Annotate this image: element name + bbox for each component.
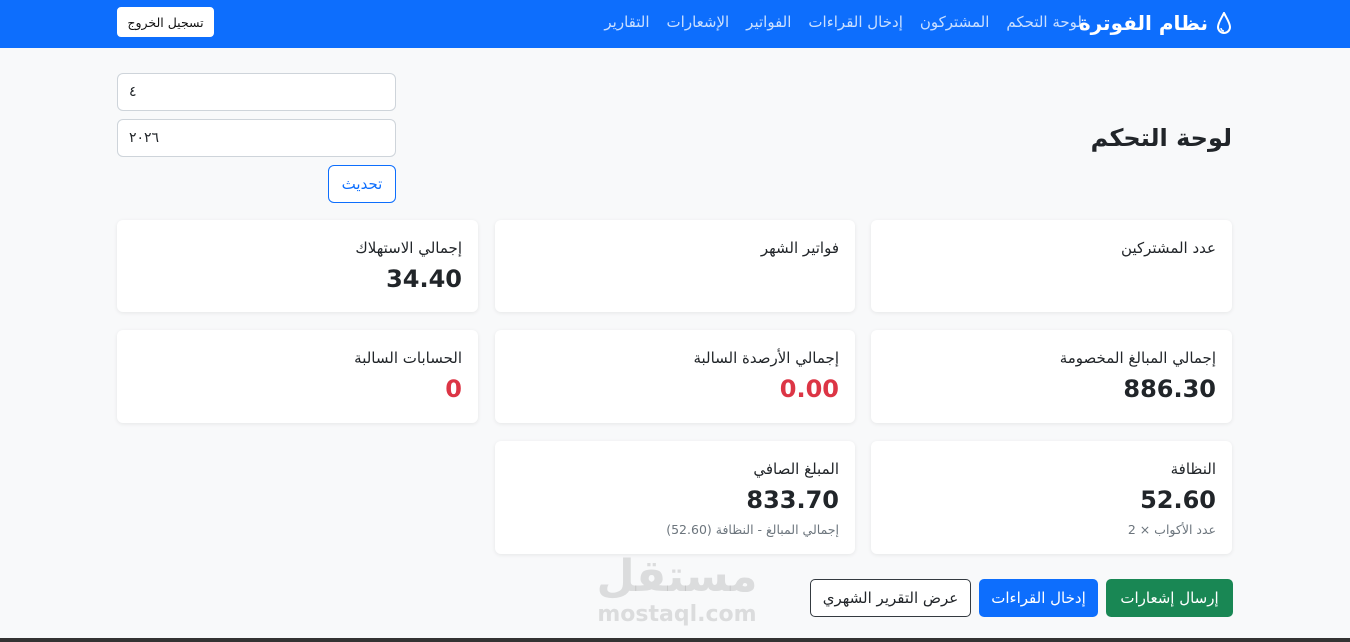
monthly-report-button[interactable]: عرض التقرير الشهري bbox=[810, 579, 971, 617]
page-title: لوحة التحكم bbox=[1090, 124, 1232, 152]
card-label: النظافة bbox=[1170, 460, 1216, 478]
card-negative-accounts: الحسابات السالبة 0 bbox=[117, 330, 478, 423]
brand-name: نظام الفوترة bbox=[1078, 11, 1208, 35]
card-deductions: إجمالي المبالغ المخصومة 886.30 bbox=[871, 330, 1232, 423]
top-navbar: نظام الفوترة لوحة التحكم المشتركون إدخال… bbox=[0, 0, 1350, 48]
card-month-bills: فواتير الشهر bbox=[495, 220, 855, 312]
card-label: فواتير الشهر bbox=[760, 239, 839, 257]
watermark: مستقل mostaql.com bbox=[592, 552, 762, 628]
card-label: إجمالي المبالغ المخصومة bbox=[1059, 349, 1216, 367]
card-subscribers: عدد المشتركين bbox=[871, 220, 1232, 312]
card-value: 52.60 bbox=[1140, 486, 1216, 514]
nav-link-readings[interactable]: إدخال القراءات bbox=[808, 10, 902, 34]
nav-link-reports[interactable]: التقارير bbox=[604, 10, 649, 34]
card-label: المبلغ الصافي bbox=[753, 460, 839, 478]
nav-link-notifications[interactable]: الإشعارات bbox=[667, 10, 730, 34]
logout-button[interactable]: تسجيل الخروج bbox=[117, 7, 214, 37]
card-negative-balances: إجمالي الأرصدة السالبة 0.00 bbox=[495, 330, 855, 423]
card-label: إجمالي الأرصدة السالبة bbox=[693, 349, 839, 367]
card-note: إجمالي المبالغ - النظافة (52.60) bbox=[666, 522, 839, 537]
enter-readings-button[interactable]: إدخال القراءات bbox=[979, 579, 1098, 617]
watermark-arabic: مستقل bbox=[596, 551, 758, 602]
card-value: 833.70 bbox=[746, 486, 839, 514]
card-label: إجمالي الاستهلاك bbox=[355, 239, 462, 257]
card-net-amount: المبلغ الصافي 833.70 إجمالي المبالغ - ال… bbox=[495, 441, 855, 554]
month-input[interactable] bbox=[117, 73, 396, 111]
brand[interactable]: نظام الفوترة bbox=[1079, 8, 1232, 38]
card-value: 0 bbox=[445, 375, 462, 403]
card-label: عدد المشتركين bbox=[1121, 239, 1216, 257]
card-value: 0.00 bbox=[779, 375, 839, 403]
nav-link-subscribers[interactable]: المشتركون bbox=[920, 10, 990, 34]
card-label: الحسابات السالبة bbox=[354, 349, 462, 367]
card-consumption: إجمالي الاستهلاك 34.40 bbox=[117, 220, 478, 312]
nav-links: لوحة التحكم المشتركون إدخال القراءات الف… bbox=[604, 10, 1082, 34]
nav-link-invoices[interactable]: الفواتير bbox=[746, 10, 791, 34]
card-note: عدد الأكواب × 2 bbox=[1127, 522, 1216, 537]
watermark-url: mostaql.com bbox=[597, 602, 757, 627]
refresh-button[interactable]: تحديث bbox=[328, 165, 396, 203]
card-cleaning: النظافة 52.60 عدد الأكواب × 2 bbox=[871, 441, 1232, 554]
card-value: 886.30 bbox=[1123, 375, 1216, 403]
send-notifications-button[interactable]: إرسال إشعارات bbox=[1106, 579, 1233, 617]
year-input[interactable] bbox=[117, 119, 396, 157]
bottom-edge bbox=[0, 638, 1350, 642]
nav-link-dashboard[interactable]: لوحة التحكم bbox=[1006, 10, 1082, 34]
water-drop-icon bbox=[1216, 12, 1232, 34]
card-value: 34.40 bbox=[386, 265, 462, 293]
